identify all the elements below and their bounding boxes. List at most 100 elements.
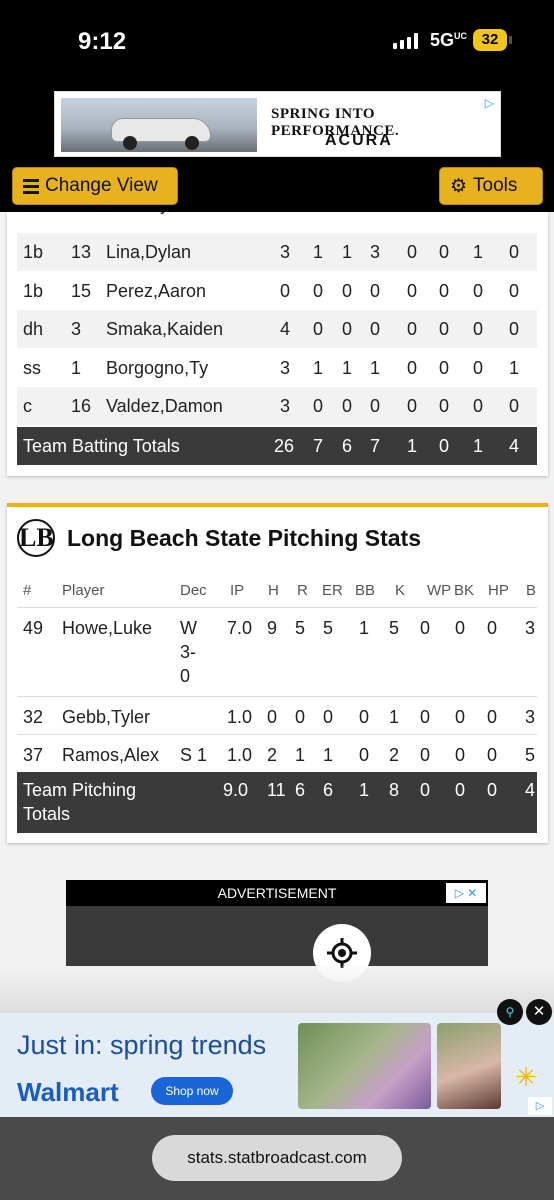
- acura-banner-ad[interactable]: SPRING INTO PERFORMANCE. ACURA ▷: [54, 91, 501, 157]
- batting-cell: 1: [342, 358, 353, 378]
- ad-info-icon[interactable]: ⚲: [497, 999, 523, 1025]
- batting-cell: 1: [313, 358, 324, 378]
- totals-cell: 26: [274, 436, 295, 456]
- pitcher-stat: 0: [359, 707, 370, 727]
- pitcher-stat: 0: [420, 745, 431, 765]
- batting-cell: Lina,Dylan: [106, 242, 192, 262]
- pitcher-number: 37: [23, 745, 44, 765]
- pitching-col-header[interactable]: B: [526, 582, 536, 599]
- pitching-col-header[interactable]: IP: [230, 582, 244, 599]
- pitching-col-header[interactable]: HP: [488, 582, 509, 599]
- close-ad-icon[interactable]: ✕: [526, 999, 552, 1025]
- batting-cell: 0: [313, 396, 324, 416]
- batting-cell: 0: [439, 242, 450, 262]
- team-batting-totals-row: Team Batting Totals 26 7 6 7 1 0 1 4: [17, 427, 537, 465]
- change-view-button[interactable]: Change View: [12, 167, 178, 205]
- totals-cell: 0: [487, 780, 498, 800]
- hamburger-icon: [23, 178, 39, 194]
- network-indicator: 5GUC: [430, 30, 468, 50]
- walmart-logo: Walmart: [17, 1077, 119, 1107]
- long-beach-state-logo: LB: [17, 519, 55, 557]
- shop-now-button[interactable]: Shop now: [151, 1077, 233, 1105]
- batting-cell: 0: [407, 212, 417, 215]
- totals-cell: 4: [525, 780, 536, 800]
- pitcher-name: Howe,Luke: [62, 618, 153, 638]
- batting-cell: 0: [370, 396, 381, 416]
- batting-cell: 0: [439, 358, 450, 378]
- page-fade: [0, 966, 554, 1016]
- adchoices-icon[interactable]: ▷: [528, 1097, 552, 1115]
- batting-cell: 0: [370, 212, 380, 215]
- batting-cell: 0: [407, 396, 418, 416]
- batting-cell: ss: [23, 358, 41, 378]
- batting-cell: 0: [439, 319, 450, 339]
- batting-cell: 0: [342, 281, 353, 301]
- batting-cell: dh: [23, 319, 44, 339]
- pitcher-stat: 0: [455, 745, 466, 765]
- batting-cell: Borgogno,Ty: [106, 358, 209, 378]
- adchoices-icon[interactable]: ▷: [485, 96, 494, 110]
- batting-cell: 2: [509, 212, 519, 215]
- totals-cell: 7: [313, 436, 324, 456]
- ad-car-image: [61, 98, 257, 152]
- pitcher-stat: 0: [359, 745, 370, 765]
- batting-cell: 0: [342, 396, 353, 416]
- video-advertisement[interactable]: ADVERTISEMENT ▷ ✕: [66, 880, 488, 966]
- pitching-col-header[interactable]: #: [23, 582, 31, 599]
- pitching-col-header[interactable]: K: [395, 582, 405, 599]
- change-view-label: Change View: [45, 175, 158, 196]
- tools-button[interactable]: ⚙ Tools: [439, 167, 543, 205]
- pitcher-stat: 9: [267, 618, 278, 638]
- batting-cell: 16: [71, 396, 92, 416]
- totals-label: Team Pitching: [23, 780, 137, 800]
- batting-cell: 3: [280, 396, 291, 416]
- pitching-col-header[interactable]: ER: [322, 582, 343, 599]
- pitcher-row: 32 Gebb,Tyler 1.0 0 0 0 0 1 0 0 0 3: [17, 696, 537, 734]
- pitching-col-header[interactable]: BB: [355, 582, 375, 599]
- pitcher-stat: 3: [525, 707, 536, 727]
- pitching-col-header[interactable]: WP: [427, 582, 451, 599]
- pitcher-number: 49: [23, 618, 44, 638]
- batting-cell: 0: [473, 358, 484, 378]
- battery-icon: 32: [473, 29, 507, 51]
- advertisement-label: ADVERTISEMENT: [66, 880, 488, 906]
- walmart-ad[interactable]: Just in: spring trends Walmart Shop now …: [0, 999, 554, 1117]
- pitcher-stat: 2: [389, 745, 400, 765]
- batting-cell: 1: [370, 358, 381, 378]
- pitcher-stat: 0: [455, 618, 466, 638]
- totals-cell: 1: [473, 436, 484, 456]
- ad-brand: ACURA: [325, 132, 393, 149]
- pitcher-stat: 3: [525, 618, 536, 638]
- totals-cell: 7: [370, 436, 381, 456]
- batting-cell: rf: [23, 212, 34, 215]
- totals-cell: 6: [342, 436, 353, 456]
- batting-cell: 0: [370, 319, 381, 339]
- batting-cell: 0: [473, 281, 484, 301]
- batting-row: c 16 Valdez,Damon 3 0 0 0 0 0 0 0: [17, 387, 537, 425]
- batting-cell: 23: [71, 212, 91, 215]
- adchoices-icon[interactable]: ▷ ✕: [446, 883, 486, 903]
- walmart-spark-icon: ✳: [515, 1062, 537, 1092]
- navbar: Change View ⚙ Tools: [0, 164, 554, 212]
- totals-cell: 1: [407, 436, 418, 456]
- totals-label: Team Batting Totals: [23, 436, 180, 456]
- url-bar[interactable]: stats.statbroadcast.com: [152, 1135, 402, 1181]
- batting-row: 1b 13 Lina,Dylan 3 1 1 3 0 0 1 0: [17, 233, 537, 271]
- pitcher-stat: 0: [267, 707, 278, 727]
- pitching-col-header[interactable]: Player: [62, 582, 105, 599]
- batting-cell: 1: [313, 242, 324, 262]
- pitching-col-header[interactable]: H: [268, 582, 279, 599]
- pitcher-stat: 2: [267, 745, 278, 765]
- pitcher-stat: 5: [323, 618, 334, 638]
- batting-cell: 0: [509, 242, 520, 262]
- pitching-stats-card: LB Long Beach State Pitching Stats # Play…: [7, 503, 548, 843]
- signal-icon: [393, 33, 418, 49]
- totals-cell: 8: [389, 780, 400, 800]
- status-bar: 9:12 5GUC 32: [0, 0, 554, 84]
- batting-cell: 0: [407, 281, 418, 301]
- pitching-col-header[interactable]: BK: [454, 582, 474, 599]
- batting-cell: 0: [509, 319, 520, 339]
- pitching-col-header[interactable]: Dec: [180, 582, 207, 599]
- pitcher-stat: 0: [295, 707, 306, 727]
- pitching-col-header[interactable]: R: [297, 582, 308, 599]
